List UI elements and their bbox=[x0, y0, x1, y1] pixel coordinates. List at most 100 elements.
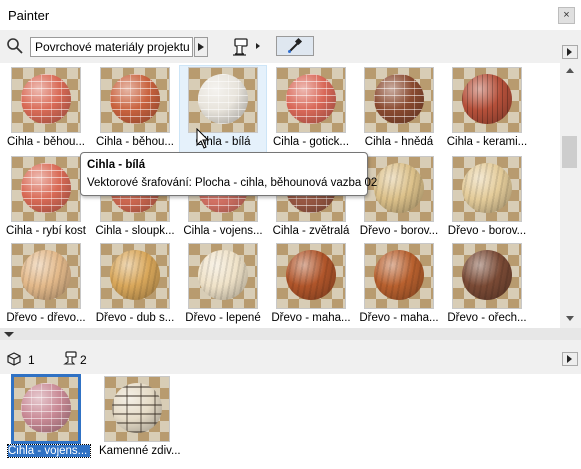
material-sphere-preview bbox=[110, 74, 160, 124]
material-sphere-preview bbox=[110, 250, 160, 300]
material-tile[interactable]: Cihla - bílá bbox=[179, 65, 267, 155]
applied-material-tile[interactable]: Kamenné zdiv... bbox=[95, 374, 181, 460]
selection-summary-bar: 1 2 bbox=[0, 340, 581, 374]
material-label: Cihla - gotick... bbox=[272, 136, 350, 148]
material-label: Dřevo - dřevo... bbox=[6, 312, 86, 324]
material-sphere-preview bbox=[374, 163, 424, 213]
scroll-up-icon[interactable] bbox=[560, 65, 581, 77]
paint-count: 2 bbox=[80, 353, 87, 367]
material-tile[interactable]: Dřevo - maha... bbox=[268, 242, 354, 328]
material-thumbnail bbox=[11, 156, 81, 222]
material-tile[interactable]: Cihla - kerami... bbox=[444, 66, 530, 154]
chevron-right-icon bbox=[567, 48, 572, 56]
toolbar-more-button[interactable] bbox=[562, 45, 578, 59]
selected-materials-area: Cihla - vojens... Kamenné zdiv... bbox=[0, 374, 581, 469]
tooltip-body: Vektorové šrafování: Plocha - cihla, běh… bbox=[87, 177, 378, 189]
tooltip-title: Cihla - bílá bbox=[87, 159, 146, 171]
material-thumbnail bbox=[364, 243, 434, 309]
material-tile[interactable]: Dřevo - borov... bbox=[444, 155, 530, 243]
applied-material-tile[interactable]: Cihla - vojens... bbox=[4, 374, 91, 460]
material-label: Dřevo - maha... bbox=[359, 312, 439, 324]
material-label: Cihla - rybí kost bbox=[6, 225, 86, 237]
object-count: 1 bbox=[28, 353, 35, 367]
material-thumbnail bbox=[452, 156, 522, 222]
window-title: Painter bbox=[8, 8, 50, 23]
material-thumbnail bbox=[188, 243, 258, 309]
chevron-right-icon bbox=[198, 43, 204, 51]
material-thumbnail bbox=[104, 376, 170, 442]
material-sphere-preview bbox=[374, 74, 424, 124]
scroll-down-icon[interactable] bbox=[560, 313, 581, 325]
material-tile[interactable]: Dřevo - dřevo... bbox=[3, 242, 89, 328]
eyedropper-button[interactable] bbox=[276, 36, 314, 56]
material-tile[interactable]: Cihla - běhou... bbox=[3, 66, 89, 154]
material-label: Cihla - vojens... bbox=[7, 444, 91, 458]
eyedropper-icon bbox=[288, 37, 303, 53]
material-sphere-preview bbox=[198, 74, 248, 124]
material-label: Cihla - běhou... bbox=[96, 136, 174, 148]
material-label: Cihla - kerami... bbox=[446, 136, 528, 148]
material-thumbnail bbox=[452, 67, 522, 133]
material-sphere-preview bbox=[112, 383, 162, 433]
material-sphere-preview bbox=[462, 74, 512, 124]
paint-roller-icon bbox=[63, 351, 77, 365]
material-thumbnail bbox=[364, 156, 434, 222]
material-sphere-preview bbox=[462, 250, 512, 300]
material-label: Cihla - sloupk... bbox=[95, 225, 175, 237]
material-sphere-preview bbox=[21, 163, 71, 213]
material-label: Dřevo - lepené bbox=[185, 312, 261, 324]
paint-brush-button[interactable] bbox=[230, 34, 264, 58]
material-label: Cihla - zvětralá bbox=[272, 225, 350, 237]
source-dropdown[interactable]: Povrchové materiály projektu bbox=[30, 37, 193, 57]
material-sphere-preview bbox=[21, 250, 71, 300]
material-label: Cihla - hnědá bbox=[364, 136, 434, 148]
mouse-cursor-icon bbox=[196, 128, 210, 149]
material-label: Cihla - běhou... bbox=[7, 136, 85, 148]
scrollbar-thumb[interactable] bbox=[562, 136, 577, 168]
material-sphere-preview bbox=[286, 74, 336, 124]
cube-icon bbox=[7, 352, 21, 366]
material-label: Dřevo - maha... bbox=[271, 312, 351, 324]
dropdown-arrow-button[interactable] bbox=[194, 37, 208, 57]
material-label: Dřevo - borov... bbox=[359, 225, 439, 237]
chevron-right-icon bbox=[567, 355, 572, 363]
material-sphere-preview bbox=[198, 250, 248, 300]
material-tile[interactable]: Dřevo - lepené bbox=[180, 242, 266, 328]
material-tile[interactable]: Dřevo - dub s... bbox=[92, 242, 178, 328]
search-icon[interactable] bbox=[6, 37, 24, 55]
material-thumbnail bbox=[364, 67, 434, 133]
material-tile[interactable]: Cihla - rybí kost bbox=[3, 155, 89, 243]
panel-splitter[interactable] bbox=[0, 328, 581, 340]
title-bar: Painter × bbox=[0, 0, 581, 30]
material-tile[interactable]: Cihla - gotick... bbox=[268, 66, 354, 154]
material-thumbnail bbox=[11, 67, 81, 133]
material-sphere-preview bbox=[21, 74, 71, 124]
toolbar: Povrchové materiály projektu bbox=[0, 30, 581, 63]
material-tile[interactable]: Dřevo - ořech... bbox=[444, 242, 530, 328]
material-tile[interactable]: Cihla - hnědá bbox=[356, 66, 442, 154]
material-tooltip: Cihla - bílá Vektorové šrafování: Plocha… bbox=[80, 152, 377, 196]
material-label: Cihla - vojens... bbox=[183, 225, 263, 237]
paint-brush-icon bbox=[233, 38, 260, 56]
material-label: Dřevo - dub s... bbox=[95, 312, 175, 324]
material-sphere-preview bbox=[462, 163, 512, 213]
close-button[interactable]: × bbox=[558, 7, 575, 24]
material-thumbnail bbox=[100, 243, 170, 309]
material-tile[interactable]: Dřevo - maha... bbox=[356, 242, 442, 328]
material-label: Dřevo - borov... bbox=[447, 225, 527, 237]
material-thumbnail bbox=[276, 67, 346, 133]
material-thumbnail bbox=[276, 243, 346, 309]
material-thumbnail bbox=[100, 67, 170, 133]
material-sphere-preview bbox=[21, 383, 71, 433]
material-tile[interactable]: Cihla - běhou... bbox=[92, 66, 178, 154]
material-label: Dřevo - ořech... bbox=[447, 312, 527, 324]
material-label: Cihla - bílá bbox=[195, 136, 251, 148]
vertical-scrollbar[interactable] bbox=[560, 63, 581, 328]
bottom-more-button[interactable] bbox=[562, 352, 578, 366]
collapse-icon[interactable] bbox=[2, 329, 16, 339]
material-thumbnail bbox=[11, 243, 81, 309]
material-tile[interactable]: Dřevo - borov... bbox=[356, 155, 442, 243]
material-thumbnail bbox=[11, 374, 81, 444]
material-sphere-preview bbox=[286, 250, 336, 300]
material-thumbnail bbox=[452, 243, 522, 309]
